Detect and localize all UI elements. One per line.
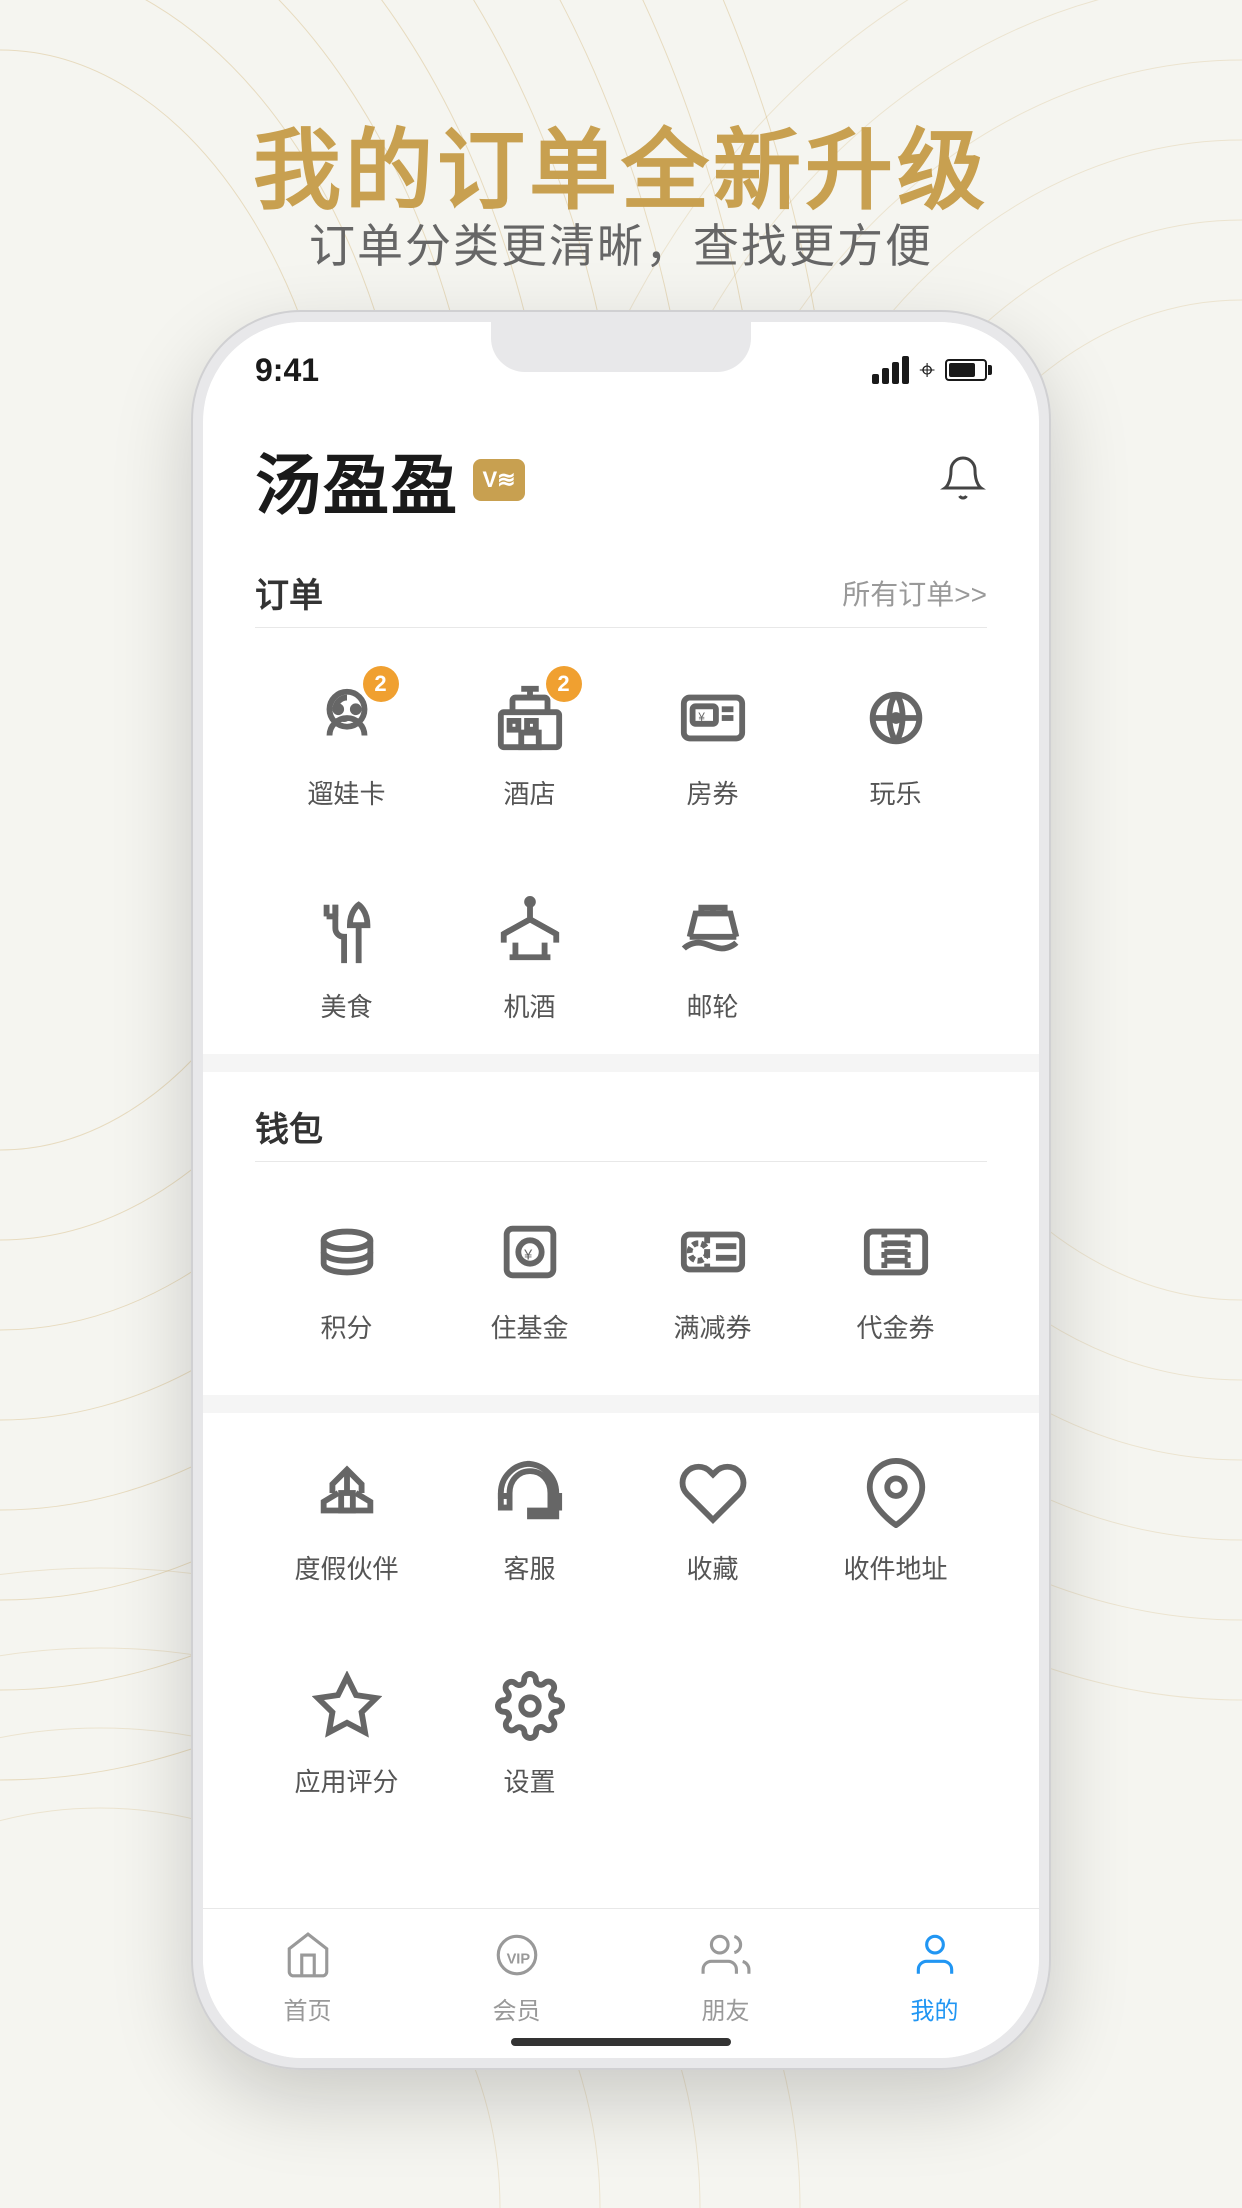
vip-nav-icon: VIP xyxy=(489,1927,545,1983)
roomcoupon-label: 房券 xyxy=(686,774,738,811)
orders-title: 订单 xyxy=(255,568,323,617)
roomcoupon-icon: ¥ xyxy=(673,678,753,758)
rating-label: 应用评分 xyxy=(294,1762,398,1799)
order-items-row2: 美食 机酒 xyxy=(255,861,987,1054)
service-address[interactable]: 收件地址 xyxy=(804,1423,987,1616)
partner-label: 度假伙伴 xyxy=(294,1549,398,1586)
signal-icon xyxy=(872,356,909,384)
service-settings[interactable]: 设置 xyxy=(438,1636,621,1829)
mine-nav-icon xyxy=(907,1927,963,1983)
address-label: 收件地址 xyxy=(843,1549,947,1586)
order-item-empty xyxy=(804,861,987,1054)
battery-icon xyxy=(945,359,987,381)
page-title: 我的订单全新升级 xyxy=(0,100,1242,227)
nav-mine[interactable]: 我的 xyxy=(830,1927,1039,2026)
settings-icon xyxy=(490,1666,570,1746)
discount-label: 满减券 xyxy=(673,1308,751,1345)
service-rating[interactable]: 应用评分 xyxy=(255,1636,438,1829)
bell-button[interactable] xyxy=(939,454,987,507)
service-favorite[interactable]: 收藏 xyxy=(621,1423,804,1616)
food-icon xyxy=(307,891,387,971)
vip-badge[interactable]: V≋ xyxy=(473,459,525,501)
cruise-label: 邮轮 xyxy=(686,987,738,1024)
fun-icon xyxy=(856,678,936,758)
jiajiu-label: 机酒 xyxy=(503,987,555,1024)
points-icon xyxy=(307,1212,387,1292)
order-item-jiajiu[interactable]: 机酒 xyxy=(438,861,621,1054)
wallet-items: 积分 ¥ 住基金 xyxy=(255,1162,987,1395)
service-items-row1: 度假伙伴 客服 xyxy=(255,1413,987,1636)
service-partner[interactable]: 度假伙伴 xyxy=(255,1423,438,1616)
wallet-zhujijin[interactable]: ¥ 住基金 xyxy=(438,1182,621,1375)
wifi-icon: ⌖ xyxy=(919,354,935,387)
badge-hotel: 2 xyxy=(546,666,582,702)
voucher-label: 代金券 xyxy=(856,1308,934,1345)
wallet-points[interactable]: 积分 xyxy=(255,1182,438,1375)
phone-notch xyxy=(491,322,751,372)
partner-icon xyxy=(307,1453,387,1533)
discount-icon xyxy=(673,1212,753,1292)
app-header: 汤盈盈 V≋ xyxy=(255,402,987,548)
order-item-fun[interactable]: 玩乐 xyxy=(804,648,987,841)
status-time: 9:41 xyxy=(255,352,319,389)
zhujijin-label: 住基金 xyxy=(490,1308,568,1345)
logo-text: 汤盈盈 xyxy=(255,432,459,528)
favorite-icon xyxy=(673,1453,753,1533)
jiajiu-icon xyxy=(490,891,570,971)
wallet-section-header: 钱包 xyxy=(255,1082,987,1162)
order-items-row1: 2 遛娃卡 2 xyxy=(255,628,987,861)
svg-text:¥: ¥ xyxy=(697,711,705,724)
rating-icon xyxy=(307,1666,387,1746)
nav-friends[interactable]: 朋友 xyxy=(621,1927,830,2026)
friends-nav-icon xyxy=(698,1927,754,1983)
phone-screen: 9:41 ⌖ 汤盈盈 V≋ xyxy=(203,322,1039,2058)
orders-section-header: 订单 所有订单>> xyxy=(255,548,987,628)
service-customerservice[interactable]: 客服 xyxy=(438,1423,621,1616)
nav-home-label: 首页 xyxy=(284,1991,332,2026)
order-item-babycard[interactable]: 2 遛娃卡 xyxy=(255,648,438,841)
order-item-hotel[interactable]: 2 酒店 xyxy=(438,648,621,841)
wallet-discount[interactable]: 满减券 xyxy=(621,1182,804,1375)
customerservice-label: 客服 xyxy=(503,1549,555,1586)
all-orders-link[interactable]: 所有订单>> xyxy=(842,573,987,613)
vip-badge-label: V≋ xyxy=(482,467,515,493)
svg-text:VIP: VIP xyxy=(506,1951,530,1967)
cruise-icon xyxy=(673,891,753,971)
settings-label: 设置 xyxy=(503,1762,555,1799)
nav-vip-label: 会员 xyxy=(493,1991,541,2026)
zhujijin-icon: ¥ xyxy=(490,1212,570,1292)
food-label: 美食 xyxy=(320,987,372,1024)
nav-friends-label: 朋友 xyxy=(702,1991,750,2026)
bell-icon xyxy=(939,454,987,502)
nav-mine-label: 我的 xyxy=(911,1991,959,2026)
svg-text:¥: ¥ xyxy=(523,1247,533,1263)
order-item-roomcoupon[interactable]: ¥ 房券 xyxy=(621,648,804,841)
address-icon xyxy=(856,1453,936,1533)
service-items-row2: 应用评分 设置 xyxy=(255,1636,987,1829)
page-subtitle: 订单分类更清晰，查找更方便 xyxy=(0,210,1242,276)
nav-home[interactable]: 首页 xyxy=(203,1927,412,2026)
babycard-label: 遛娃卡 xyxy=(307,774,385,811)
customerservice-icon xyxy=(490,1453,570,1533)
app-logo: 汤盈盈 V≋ xyxy=(255,432,525,528)
wallet-title: 钱包 xyxy=(255,1102,323,1151)
fun-label: 玩乐 xyxy=(869,774,921,811)
wallet-voucher[interactable]: 代金券 xyxy=(804,1182,987,1375)
points-label: 积分 xyxy=(320,1308,372,1345)
favorite-label: 收藏 xyxy=(686,1549,738,1586)
hotel-label: 酒店 xyxy=(503,774,555,811)
home-indicator xyxy=(511,2038,731,2046)
voucher-icon xyxy=(856,1212,936,1292)
phone-frame: 9:41 ⌖ 汤盈盈 V≋ xyxy=(191,310,1051,2070)
home-nav-icon xyxy=(280,1927,336,1983)
status-icons: ⌖ xyxy=(872,354,987,387)
order-item-food[interactable]: 美食 xyxy=(255,861,438,1054)
badge-babycard: 2 xyxy=(363,666,399,702)
divider-1 xyxy=(203,1054,1039,1072)
divider-2 xyxy=(203,1395,1039,1413)
bottom-nav: 首页 VIP 会员 xyxy=(203,1908,1039,2058)
nav-vip[interactable]: VIP 会员 xyxy=(412,1927,621,2026)
order-item-cruise[interactable]: 邮轮 xyxy=(621,861,804,1054)
